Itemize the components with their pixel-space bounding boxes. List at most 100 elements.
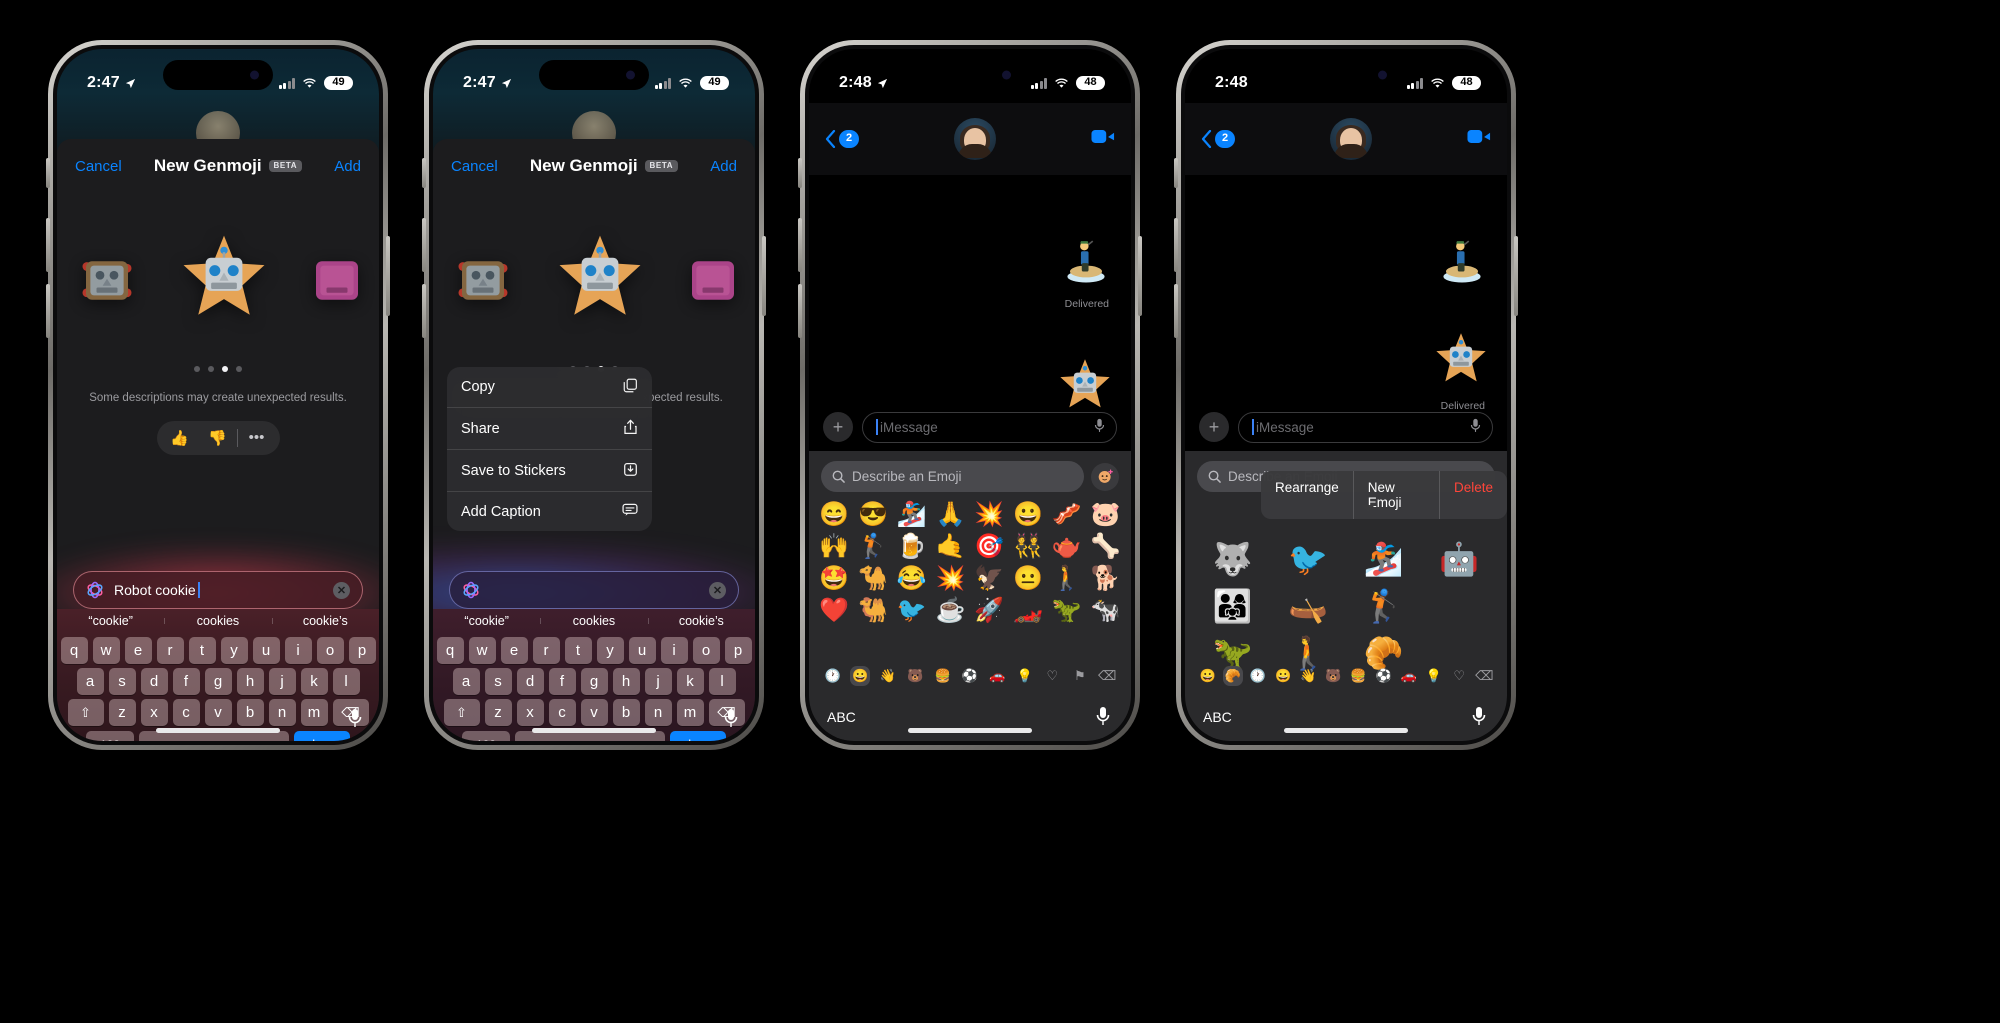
dictation-icon[interactable]	[1471, 706, 1487, 731]
genmoji-option-selected[interactable]	[178, 232, 270, 338]
menu-item-save-to-stickers[interactable]: Save to Stickers	[447, 450, 652, 492]
sticker-golfer[interactable]	[1435, 231, 1489, 293]
key-u[interactable]: u	[252, 637, 280, 664]
emoji-cell[interactable]: 🤩	[815, 564, 854, 594]
emoji-cell[interactable]: 🫖	[1048, 532, 1087, 562]
menu-item-add-caption[interactable]: Add Caption	[447, 492, 652, 531]
abc-key[interactable]: ABC	[1203, 709, 1232, 725]
genmoji-option-next[interactable]	[309, 253, 365, 318]
key-e[interactable]: e	[124, 637, 152, 664]
category-smileys[interactable]: 🕐	[1248, 666, 1268, 686]
emoji-cell[interactable]: 🐫	[854, 596, 893, 626]
category-objects[interactable]: 🚗	[1399, 666, 1419, 686]
category-activity[interactable]: 🍔	[1349, 666, 1369, 686]
emoji-cell[interactable]: 😂	[893, 564, 932, 594]
keyboard[interactable]: “cookie” cookies cookie’s q w e r t y u …	[433, 609, 755, 741]
genmoji-option-previous[interactable]	[79, 253, 135, 318]
thumbs-down-icon[interactable]: 👎	[199, 421, 237, 455]
emoji-cell[interactable]: 💥	[931, 564, 970, 594]
key-r[interactable]: r	[532, 637, 560, 664]
genmoji-carousel[interactable]	[57, 210, 379, 360]
back-button[interactable]: 2	[825, 130, 860, 148]
key-s[interactable]: s	[108, 668, 136, 695]
emoji-cell[interactable]: ☕	[931, 596, 970, 626]
attachments-button[interactable]: +	[823, 412, 853, 442]
key-q[interactable]: q	[60, 637, 88, 664]
sticker-cell[interactable]: 🤖	[1422, 538, 1498, 581]
home-indicator[interactable]	[532, 728, 656, 733]
emoji-cell[interactable]: 🐦	[893, 596, 932, 626]
genmoji-icon[interactable]	[1091, 462, 1119, 491]
done-key[interactable]: done	[294, 731, 350, 741]
key-b[interactable]: b	[236, 699, 264, 726]
sticker-cell[interactable]: 🏌️	[1346, 585, 1422, 628]
sticker-cell[interactable]: 🐺	[1195, 538, 1271, 581]
key-t[interactable]: t	[564, 637, 592, 664]
emoji-cell[interactable]: 🦖	[1048, 596, 1087, 626]
key-i[interactable]: i	[660, 637, 688, 664]
menu-item-rearrange[interactable]: Rearrange	[1261, 471, 1354, 519]
key-n[interactable]: n	[644, 699, 672, 726]
key-l[interactable]: l	[332, 668, 360, 695]
key-w[interactable]: w	[92, 637, 120, 664]
emoji-cell[interactable]: 🦅	[970, 564, 1009, 594]
key-h[interactable]: h	[612, 668, 640, 695]
key-x[interactable]: x	[516, 699, 544, 726]
category-animals[interactable]: 👋	[1298, 666, 1318, 686]
genmoji-option-selected[interactable]	[554, 232, 646, 338]
category-food[interactable]: 🐻	[1323, 666, 1343, 686]
home-indicator[interactable]	[156, 728, 280, 733]
keyboard-row-3[interactable]: ⇧ z x c v b n m ⌫	[57, 699, 379, 726]
suggestion-2[interactable]: cookie’s	[271, 614, 379, 628]
mic-icon[interactable]	[1470, 418, 1481, 436]
menu-item-share[interactable]: Share	[447, 408, 652, 450]
facetime-icon[interactable]	[1467, 128, 1491, 150]
category-recent[interactable]: 😀	[1198, 666, 1218, 686]
key-f[interactable]: f	[548, 668, 576, 695]
message-bubble-0[interactable]: Delivered	[1059, 231, 1113, 310]
key-r[interactable]: r	[156, 637, 184, 664]
emoji-cell[interactable]: 🐕	[1086, 564, 1125, 594]
message-input[interactable]: iMessage	[1238, 411, 1493, 443]
facetime-icon[interactable]	[1091, 128, 1115, 150]
emoji-cell[interactable]: 🏂	[893, 500, 932, 530]
emoji-cell[interactable]: 🙏	[931, 500, 970, 530]
sticker-cell[interactable]: 🏂	[1346, 538, 1422, 581]
key-z[interactable]: z	[484, 699, 512, 726]
shift-key[interactable]: ⇧	[67, 699, 104, 726]
keyboard-row-1[interactable]: q w e r t y u i o p	[433, 637, 755, 664]
add-button[interactable]: Add	[334, 158, 361, 175]
emoji-cell[interactable]: 🚀	[970, 596, 1009, 626]
key-d[interactable]: d	[516, 668, 544, 695]
suggestion-2[interactable]: cookie’s	[647, 614, 755, 628]
emoji-search-input[interactable]: Describe an Emoji	[821, 461, 1084, 492]
keyboard-row-1[interactable]: q w e r t y u i o p	[57, 637, 379, 664]
key-c[interactable]: c	[172, 699, 200, 726]
emoji-cell[interactable]: 🥓	[1048, 500, 1087, 530]
emoji-cell[interactable]: 🎯	[970, 532, 1009, 562]
contact-avatar[interactable]	[954, 118, 997, 160]
category-people[interactable]: 😀	[1273, 666, 1293, 686]
home-indicator[interactable]	[1284, 728, 1408, 733]
key-v[interactable]: v	[580, 699, 608, 726]
key-p[interactable]: p	[348, 637, 376, 664]
key-l[interactable]: l	[708, 668, 736, 695]
suggestion-1[interactable]: cookies	[540, 614, 647, 628]
key-n[interactable]: n	[268, 699, 296, 726]
clear-input-button[interactable]: ✕	[709, 581, 726, 599]
dictation-icon[interactable]	[347, 708, 363, 733]
category-travel[interactable]: ⚽	[1374, 666, 1394, 686]
mic-icon[interactable]	[1094, 418, 1105, 436]
keyboard-row-2[interactable]: a s d f g h j k l	[433, 668, 755, 695]
keyboard-row-3[interactable]: ⇧ z x c v b n m ⌫	[433, 699, 755, 726]
key-z[interactable]: z	[108, 699, 136, 726]
key-m[interactable]: m	[676, 699, 704, 726]
key-p[interactable]: p	[724, 637, 752, 664]
key-h[interactable]: h	[236, 668, 264, 695]
key-c[interactable]: c	[548, 699, 576, 726]
category-stickers[interactable]: 🥐	[1222, 666, 1243, 686]
key-a[interactable]: a	[76, 668, 104, 695]
key-a[interactable]: a	[452, 668, 480, 695]
add-button[interactable]: Add	[710, 158, 737, 175]
done-key[interactable]: done	[670, 731, 726, 741]
